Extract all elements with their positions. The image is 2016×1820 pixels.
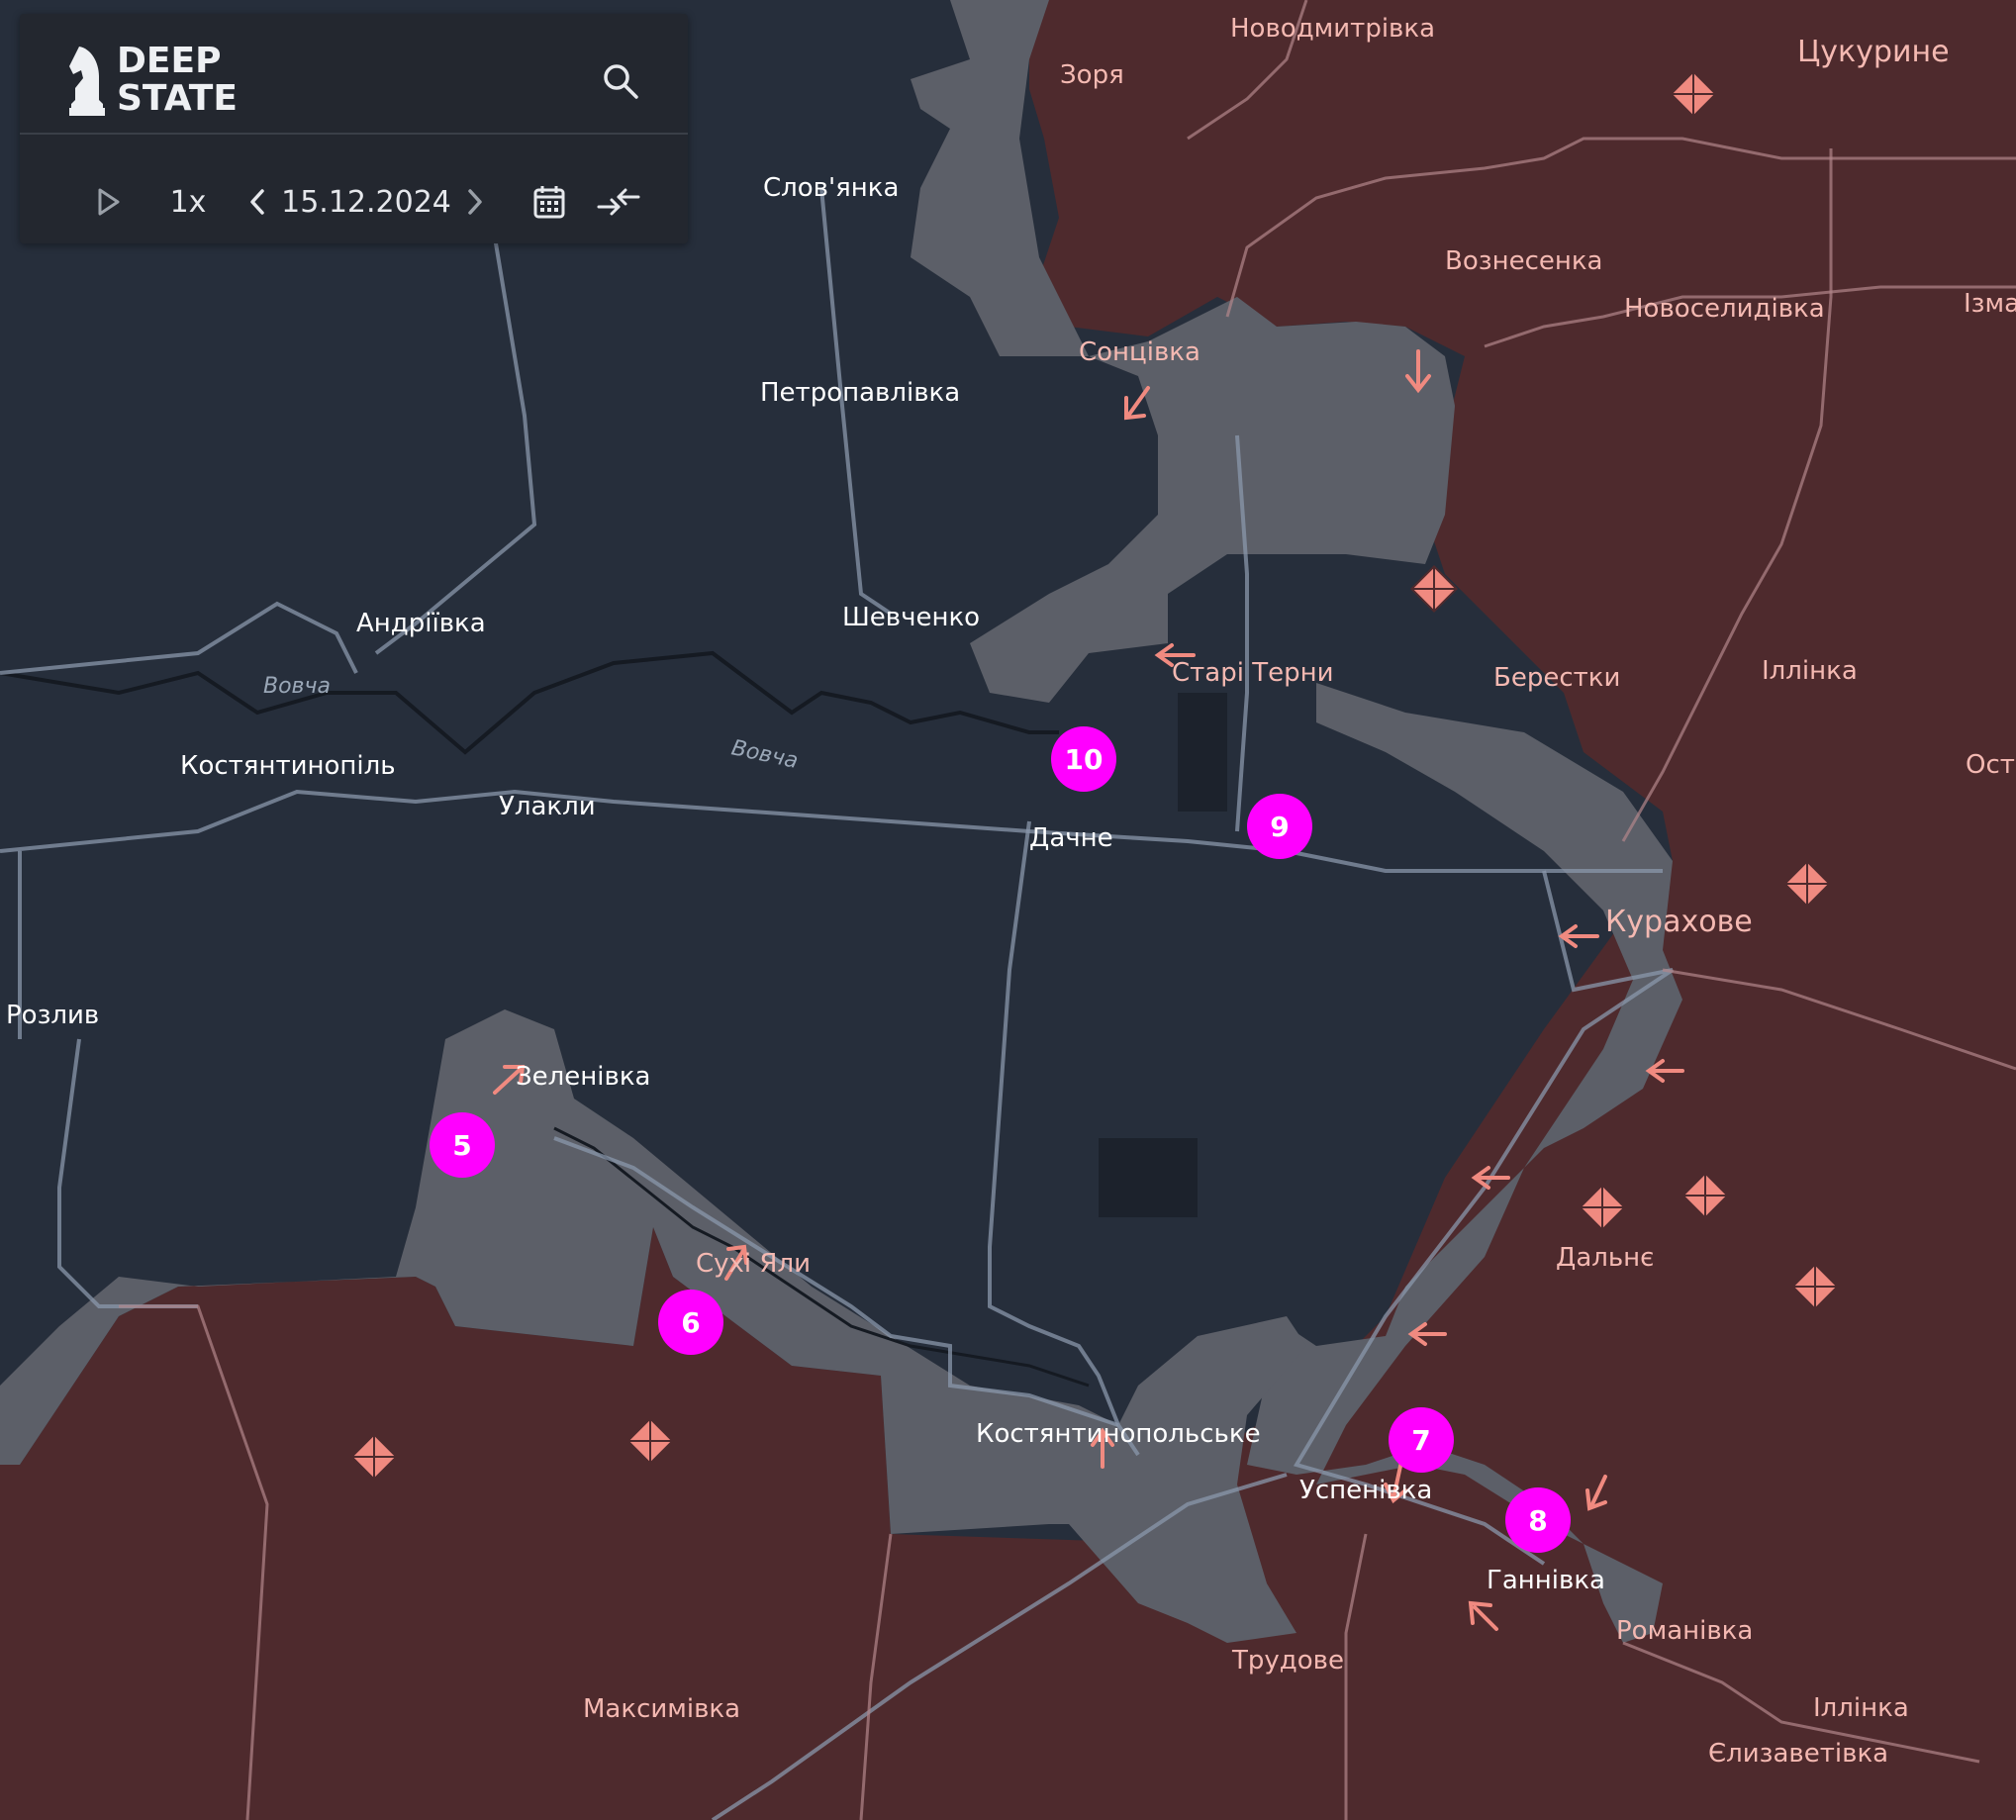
dachne-block: [1178, 693, 1227, 812]
marker-5[interactable]: 5: [430, 1112, 495, 1178]
marker-label: 8: [1528, 1504, 1547, 1537]
marker-7[interactable]: 7: [1389, 1407, 1454, 1473]
label-kostiantynopolske: Костянтинопольське: [976, 1419, 1261, 1449]
label-uspenivka: Успенівка: [1299, 1476, 1432, 1505]
marker-6[interactable]: 6: [658, 1290, 723, 1355]
marker-label: 10: [1065, 743, 1104, 776]
calendar-button[interactable]: [525, 162, 574, 241]
speed-button[interactable]: 1x: [158, 162, 218, 241]
marker-8[interactable]: 8: [1505, 1487, 1571, 1553]
date-display[interactable]: 15.12.2024: [281, 162, 451, 241]
label-sukhi-yaly: Сухі Яли: [696, 1249, 811, 1279]
label-ostr: Остр: [1966, 750, 2016, 780]
marker-label: 9: [1270, 811, 1289, 843]
timeline-panel: DEEP STATE 1x 15.12.2024: [20, 14, 688, 243]
label-illinka-east: Іллінка: [1762, 656, 1858, 686]
dachne-block-2: [1099, 1138, 1198, 1217]
label-kostiantynopil: Костянтинопіль: [180, 751, 396, 781]
label-petropavlivka: Петропавлівка: [760, 378, 960, 408]
panel-divider: [20, 133, 688, 135]
label-sontsivka: Сонцівка: [1079, 337, 1200, 367]
label-novoselydivka: Новоселидівка: [1624, 294, 1825, 324]
knight-icon: [69, 47, 105, 116]
label-slovianka: Слов'янка: [763, 173, 899, 203]
label-dachne: Дачне: [1029, 823, 1113, 853]
label-dalne: Дальнє: [1556, 1243, 1654, 1273]
label-maksymivka: Максимівка: [583, 1694, 740, 1724]
marker-label: 5: [452, 1129, 471, 1162]
label-hannivka: Ганнівка: [1487, 1566, 1605, 1595]
logo-text: DEEP STATE: [117, 43, 238, 118]
deepstate-logo[interactable]: DEEP STATE: [65, 36, 238, 125]
play-icon: [98, 188, 120, 216]
logo-line-2: STATE: [117, 78, 238, 119]
label-shevchenko: Шевченко: [842, 603, 980, 632]
compare-button[interactable]: [594, 162, 643, 241]
label-yelyzavetivka: Єлизаветівка: [1708, 1739, 1888, 1769]
label-trudove: Трудове: [1231, 1646, 1344, 1676]
marker-10[interactable]: 10: [1051, 726, 1116, 792]
map-canvas[interactable]: Новодмитрівка Зоря Цукурине Слов'янка Во…: [0, 0, 2016, 1820]
label-illinka-south: Іллінка: [1813, 1693, 1909, 1723]
marker-label: 6: [681, 1306, 700, 1339]
label-izma: Ізма: [1964, 289, 2016, 319]
label-stari-terny: Старі Терни: [1172, 658, 1334, 688]
chevron-left-icon: [250, 189, 264, 215]
label-romanivka: Романівка: [1616, 1616, 1753, 1646]
label-voznesenka: Вознесенка: [1445, 246, 1603, 276]
marker-label: 7: [1411, 1424, 1430, 1457]
timeline-controls: 1x 15.12.2024: [59, 162, 673, 241]
label-tsukuryne: Цукурине: [1797, 35, 1950, 69]
calendar-icon: [533, 186, 565, 219]
marker-9[interactable]: 9: [1247, 794, 1312, 859]
logo-line-1: DEEP: [117, 41, 222, 81]
label-berestky: Берестки: [1493, 663, 1620, 693]
label-andriivka: Андріївка: [356, 609, 486, 638]
compare-arrows-icon: [597, 188, 640, 216]
next-date-button[interactable]: [455, 162, 495, 241]
label-zoria: Зоря: [1060, 60, 1124, 90]
prev-date-button[interactable]: [238, 162, 277, 241]
label-novodmytrivka: Новодмитрівка: [1230, 14, 1435, 44]
search-icon: [604, 64, 638, 99]
play-button[interactable]: [89, 162, 129, 241]
label-ulakly: Улакли: [499, 792, 596, 821]
label-zelenivka: Зеленівка: [516, 1062, 650, 1092]
search-button[interactable]: [593, 53, 648, 109]
chevron-right-icon: [468, 189, 482, 215]
label-river-vovcha-1: Вовча: [263, 674, 331, 699]
label-rozlyv: Розлив: [6, 1001, 99, 1030]
label-kurakhove: Курахове: [1605, 905, 1753, 939]
